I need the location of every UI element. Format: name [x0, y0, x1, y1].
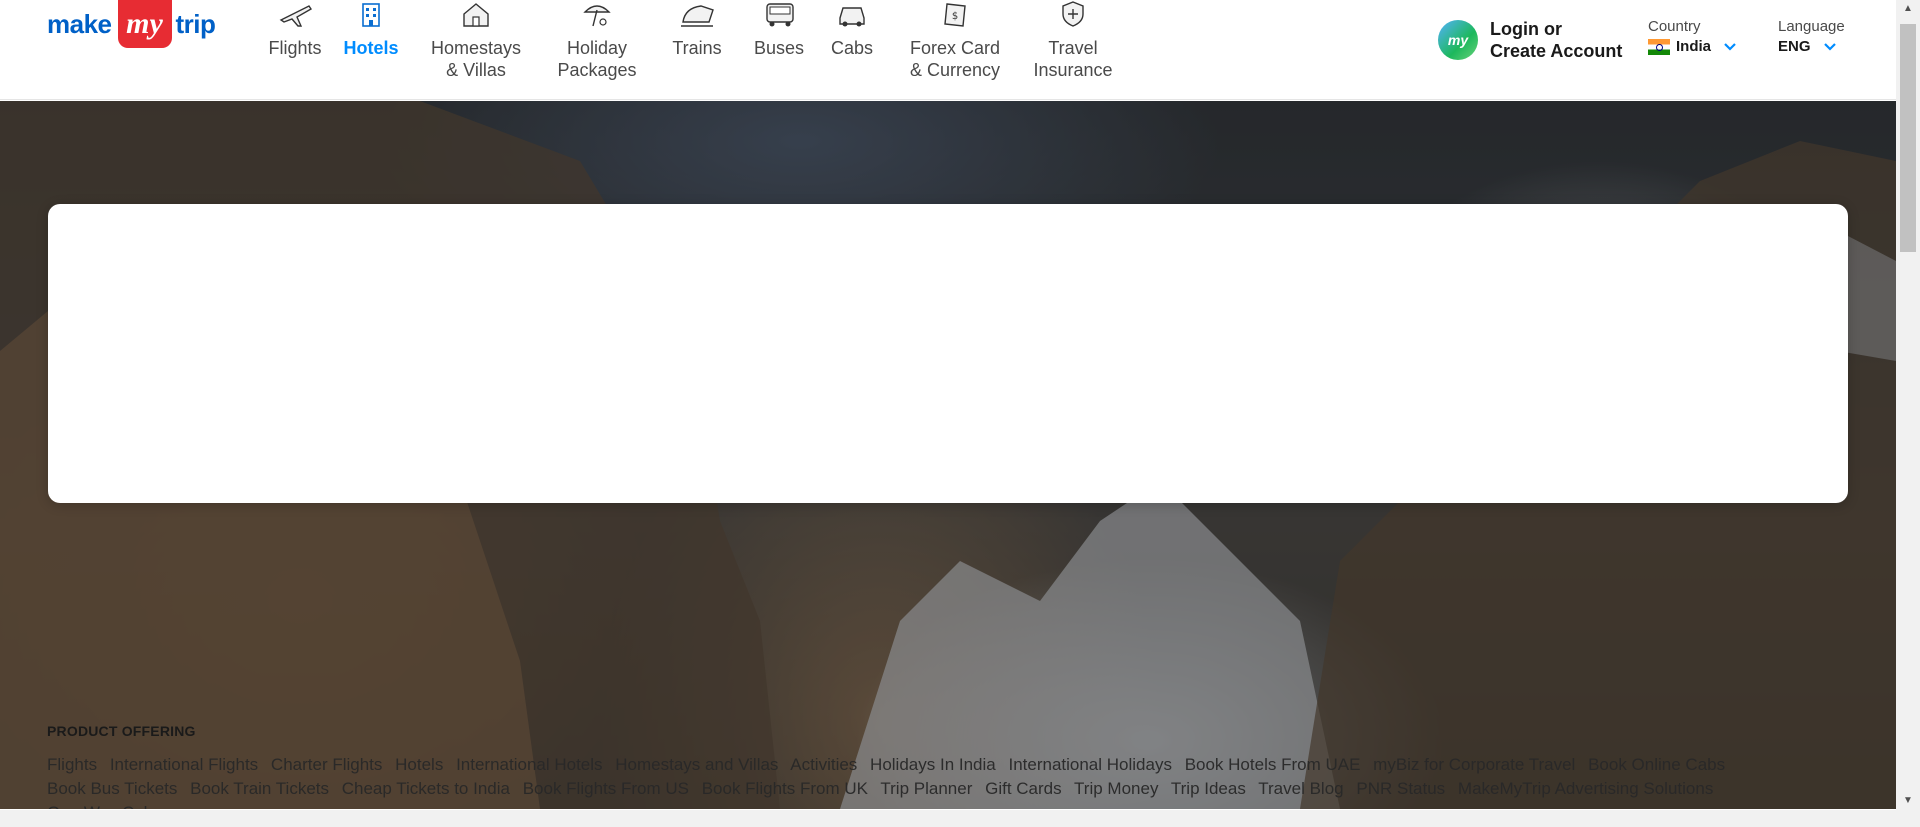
- beach-umbrella-icon: [583, 5, 611, 27]
- nav-label: Forex Card & Currency: [909, 38, 1001, 80]
- language-caption: Language: [1778, 18, 1845, 35]
- offering-link[interactable]: Book Flights From US: [523, 779, 689, 798]
- country-caption: Country: [1648, 18, 1701, 35]
- nav-travel-insurance[interactable]: Travel Insurance: [1033, 0, 1113, 81]
- login-line1: Login or: [1490, 19, 1562, 39]
- offering-link[interactable]: Charter Flights: [271, 755, 382, 774]
- nav-flights[interactable]: Flights: [265, 0, 325, 59]
- offering-link[interactable]: Flights: [47, 755, 97, 774]
- offering-link[interactable]: One Way Cab: [47, 803, 153, 809]
- train-icon: [681, 5, 714, 27]
- scrollbar-corner: [1896, 810, 1920, 827]
- nav-hotels[interactable]: Hotels: [341, 0, 401, 59]
- product-offering-section: PRODUCT OFFERING Flights International F…: [47, 723, 1807, 809]
- nav-forex[interactable]: $ Forex Card & Currency: [905, 0, 1005, 81]
- nav-label: Trains: [672, 38, 722, 58]
- language-value-row: ENG: [1778, 38, 1845, 55]
- scroll-down-arrow-icon[interactable]: ▼: [1896, 792, 1920, 810]
- svg-text:$: $: [952, 11, 958, 22]
- nav-trains[interactable]: Trains: [667, 0, 727, 59]
- offering-link[interactable]: Book Online Cabs: [1588, 755, 1725, 774]
- horizontal-scrollbar[interactable]: [0, 810, 1896, 827]
- house-icon: [463, 3, 489, 27]
- nav-cabs[interactable]: Cabs: [827, 0, 877, 59]
- nav-homestays[interactable]: Homestays & Villas: [426, 0, 526, 81]
- nav-holiday-packages[interactable]: Holiday Packages: [552, 0, 642, 81]
- offering-link[interactable]: myBiz for Corporate Travel: [1373, 755, 1575, 774]
- offering-link[interactable]: Travel Blog: [1258, 779, 1343, 798]
- offering-link[interactable]: Book Flights From UK: [702, 779, 868, 798]
- offering-link[interactable]: Book Train Tickets: [190, 779, 329, 798]
- logo-badge: my: [117, 0, 172, 48]
- offering-link[interactable]: International Holidays: [1008, 755, 1171, 774]
- currency-note-icon: $: [944, 3, 966, 27]
- nav-label: Holiday Packages: [557, 38, 637, 80]
- offering-link[interactable]: Gift Cards: [985, 779, 1062, 798]
- account-avatar: my: [1438, 20, 1478, 60]
- shield-plus-icon: [1062, 1, 1084, 27]
- offering-link[interactable]: Trip Planner: [880, 779, 972, 798]
- nav-label: Cabs: [830, 38, 874, 58]
- product-offering-heading: PRODUCT OFFERING: [47, 723, 196, 739]
- offering-link[interactable]: Cheap Tickets to India: [342, 779, 510, 798]
- country-selector[interactable]: Country India: [1648, 18, 1737, 55]
- chevron-down-icon: [1823, 42, 1836, 51]
- vertical-scrollbar[interactable]: ▲ ▼: [1896, 0, 1920, 810]
- offering-link[interactable]: Book Hotels From UAE: [1185, 755, 1361, 774]
- nav-label: Buses: [753, 38, 805, 58]
- top-header: make my trip Flights Hotels Homestays & …: [0, 0, 1896, 100]
- login-create-account[interactable]: my Login or Create Account: [1438, 18, 1622, 62]
- hotel-building-icon: [362, 3, 380, 27]
- logo-word-left: make: [47, 8, 112, 39]
- offering-link[interactable]: PNR Status: [1356, 779, 1445, 798]
- search-widget-card: [48, 204, 1848, 503]
- logo-word-right: trip: [175, 8, 216, 39]
- nav-label: Flights: [268, 38, 322, 58]
- country-value-row: India: [1648, 38, 1737, 55]
- offering-link[interactable]: Activities: [790, 755, 857, 774]
- india-flag-icon: [1648, 38, 1670, 55]
- offering-link[interactable]: Trip Money: [1074, 779, 1158, 798]
- nav-label: Hotels: [343, 38, 399, 58]
- login-text: Login or Create Account: [1490, 18, 1622, 62]
- makemytrip-logo[interactable]: make my trip: [47, 0, 216, 48]
- hero-background: PRODUCT OFFERING Flights International F…: [0, 101, 1896, 809]
- product-offering-links: Flights International Flights Charter Fl…: [47, 753, 1807, 809]
- airplane-icon: [279, 5, 312, 27]
- offering-link[interactable]: International Hotels: [456, 755, 602, 774]
- language-value: ENG: [1778, 38, 1811, 55]
- nav-label: Homestays & Villas: [430, 38, 522, 80]
- offering-link[interactable]: International Flights: [110, 755, 258, 774]
- offering-link[interactable]: Hotels: [395, 755, 443, 774]
- country-value: India: [1676, 38, 1712, 55]
- login-line2: Create Account: [1490, 41, 1623, 61]
- car-icon: [839, 7, 865, 27]
- offering-link[interactable]: MakeMyTrip Advertising Solutions: [1458, 779, 1713, 798]
- nav-label: Travel Insurance: [1033, 38, 1113, 80]
- scrollbar-thumb[interactable]: [1900, 24, 1916, 252]
- scroll-up-arrow-icon[interactable]: ▲: [1896, 0, 1920, 18]
- bus-icon: [766, 3, 794, 27]
- offering-link[interactable]: Holidays In India: [870, 755, 996, 774]
- offering-link[interactable]: Book Bus Tickets: [47, 779, 177, 798]
- chevron-down-icon: [1724, 42, 1736, 51]
- nav-buses[interactable]: Buses: [749, 0, 809, 59]
- offering-link[interactable]: Trip Ideas: [1171, 779, 1246, 798]
- offering-link[interactable]: Homestays and Villas: [615, 755, 778, 774]
- language-selector[interactable]: Language ENG: [1778, 18, 1845, 55]
